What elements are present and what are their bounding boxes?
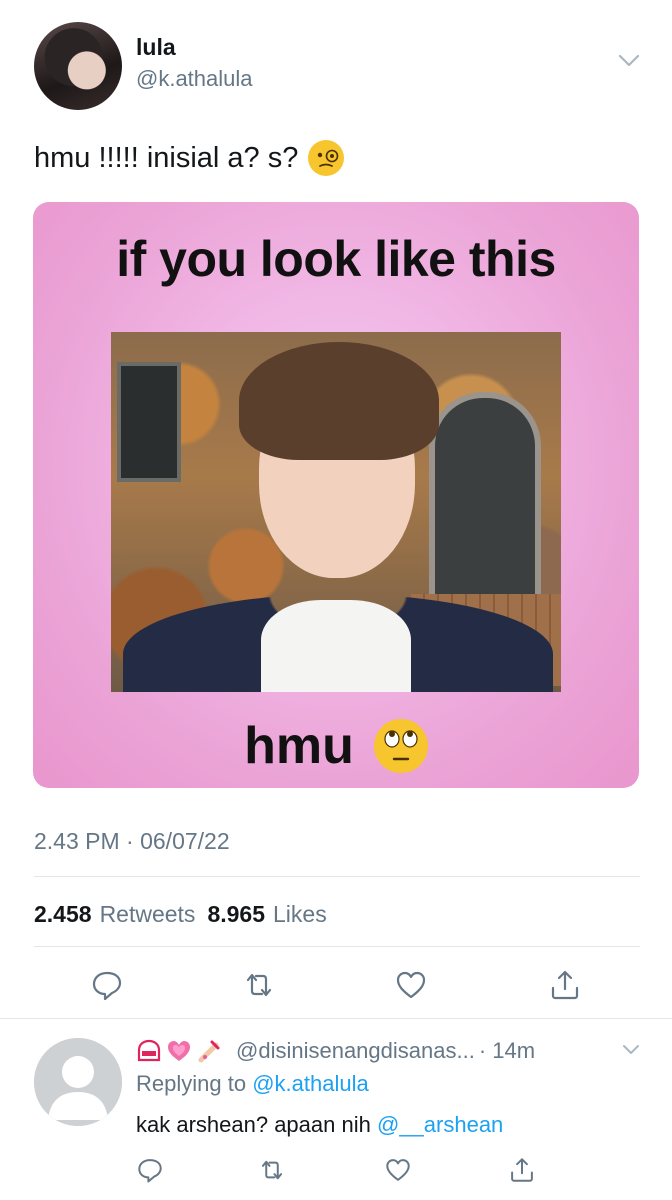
replying-prefix: Replying to xyxy=(136,1071,247,1096)
share-icon[interactable] xyxy=(548,968,582,1002)
tweet-timestamp: 2.43 PM · 06/07/22 xyxy=(34,828,230,854)
like-icon[interactable] xyxy=(384,1156,412,1184)
photo-window xyxy=(117,362,181,482)
divider xyxy=(0,1018,672,1019)
tweet-text: hmu !!!!! inisial a? s? xyxy=(34,141,299,174)
photo-shirt xyxy=(261,600,411,692)
replying-to: Replying to @k.athalula xyxy=(136,1071,369,1097)
reply-action-bar xyxy=(0,1156,672,1192)
author-avatar[interactable] xyxy=(34,22,122,110)
chevron-down-icon[interactable] xyxy=(618,54,640,68)
author-handle[interactable]: @k.athalula xyxy=(136,66,253,92)
nail-polish-emoji xyxy=(196,1038,222,1064)
reply-header: @disinisenangdisanas... · 14m xyxy=(136,1038,535,1064)
likes-label[interactable]: Likes xyxy=(273,901,327,928)
retweet-icon[interactable] xyxy=(242,968,276,1002)
share-icon[interactable] xyxy=(508,1156,536,1184)
likes-count[interactable]: 8.965 xyxy=(207,901,265,928)
retweets-label[interactable]: Retweets xyxy=(100,901,196,928)
tweet-stats: 2.458 Retweets 8.965 Likes xyxy=(34,901,327,928)
reply-text: kak arshean? apaan nih xyxy=(136,1112,371,1137)
growing-heart-emoji xyxy=(166,1038,192,1064)
author-name[interactable]: lula xyxy=(136,34,176,61)
reply-mention[interactable]: @__arshean xyxy=(377,1112,503,1137)
portrait-photo xyxy=(111,332,561,692)
face-with-rolling-eyes-icon xyxy=(373,719,428,773)
reply-icon[interactable] xyxy=(90,968,124,1002)
tweet-media[interactable]: if you look like this hmu xyxy=(33,202,639,788)
reply-text-row: kak arshean? apaan nih @__arshean xyxy=(136,1112,503,1138)
tweet-text-row: hmu !!!!! inisial a? s? xyxy=(34,140,345,176)
media-bottom-caption: hmu xyxy=(244,717,354,775)
reply-icon[interactable] xyxy=(136,1156,164,1184)
reply-avatar[interactable] xyxy=(34,1038,122,1126)
photo-hair xyxy=(239,342,439,460)
chevron-down-icon[interactable] xyxy=(622,1044,640,1056)
retweet-icon[interactable] xyxy=(258,1156,286,1184)
face-with-monocle-icon xyxy=(308,140,345,176)
divider xyxy=(34,946,640,947)
reply-handle[interactable]: @disinisenangdisanas... xyxy=(236,1038,475,1064)
tweet-action-bar xyxy=(0,966,672,1002)
divider xyxy=(34,876,640,877)
reply-time: · 14m xyxy=(478,1038,536,1063)
media-top-caption: if you look like this xyxy=(116,231,556,287)
media-bottom-row: hmu xyxy=(33,716,639,776)
retweets-count[interactable]: 2.458 xyxy=(34,901,92,928)
replying-to-mention[interactable]: @k.athalula xyxy=(252,1071,369,1096)
like-icon[interactable] xyxy=(394,968,428,1002)
default-avatar-icon xyxy=(34,1038,122,1126)
photo-door xyxy=(429,392,541,622)
nameplate-emoji xyxy=(136,1038,162,1064)
